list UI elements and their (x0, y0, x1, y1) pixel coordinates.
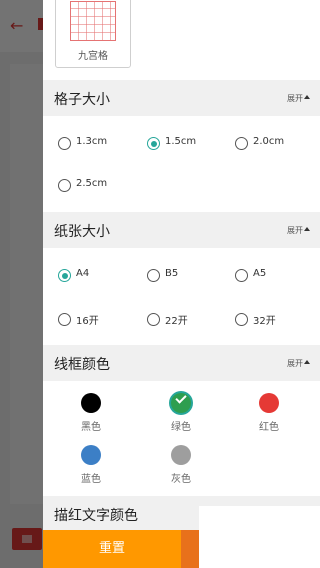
caret-up-icon[interactable] (304, 227, 310, 231)
radio-circle[interactable] (235, 269, 248, 282)
reset-button[interactable]: 重置 (43, 530, 181, 568)
radio-circle[interactable] (235, 313, 248, 326)
color-option-green[interactable]: 绿色 (151, 392, 211, 437)
radio-circle[interactable] (58, 137, 71, 150)
radio-circle[interactable] (235, 137, 248, 150)
color-option-red[interactable]: 红色 (239, 393, 299, 437)
expand-toggle[interactable]: 展开 (287, 225, 303, 236)
color-label: 蓝色 (81, 474, 101, 485)
radio-label: 1.5cm (165, 136, 197, 147)
section-header-grid-size: 格子大小 展开 (43, 80, 320, 116)
color-option-gray[interactable]: 灰色 (151, 445, 211, 489)
radio-circle[interactable] (58, 269, 71, 282)
template-card-nine-grid[interactable]: 九宫格 (55, 0, 131, 68)
settings-drawer: 九宫格 格子大小 展开 1.3cm 1.5cm 2.0cm 2.5cm 纸张大小… (43, 0, 320, 568)
radio-label: A4 (76, 268, 90, 279)
color-swatch[interactable] (81, 393, 101, 413)
section-header-line-color: 线框颜色 展开 (43, 345, 320, 381)
section-header-paper-size: 纸张大小 展开 (43, 212, 320, 248)
color-swatch[interactable] (81, 445, 101, 465)
template-label: 九宫格 (78, 51, 108, 62)
confirm-button-edge[interactable] (181, 530, 199, 568)
radio-label: A5 (253, 268, 267, 279)
radio-label: 2.0cm (253, 136, 285, 147)
color-option-blue[interactable]: 蓝色 (61, 445, 121, 489)
radio-circle[interactable] (147, 313, 160, 326)
color-label: 灰色 (171, 474, 191, 485)
radio-label: B5 (165, 268, 179, 279)
section-title: 格子大小 (54, 92, 110, 108)
caret-up-icon[interactable] (304, 360, 310, 364)
color-swatch[interactable] (259, 393, 279, 413)
radio-circle[interactable] (58, 179, 71, 192)
section-title: 纸张大小 (54, 224, 110, 240)
expand-toggle[interactable]: 展开 (287, 93, 303, 104)
radio-label: 16开 (76, 316, 99, 327)
color-swatch[interactable] (171, 392, 191, 413)
radio-circle[interactable] (147, 269, 160, 282)
radio-circle[interactable] (147, 137, 160, 150)
color-label: 绿色 (171, 422, 191, 433)
radio-label: 2.5cm (76, 178, 108, 189)
radio-label: 1.3cm (76, 136, 108, 147)
radio-label: 22开 (165, 316, 188, 327)
caret-up-icon[interactable] (304, 95, 310, 99)
color-label: 黑色 (81, 422, 101, 433)
expand-toggle[interactable]: 展开 (287, 358, 303, 369)
color-option-black[interactable]: 黑色 (61, 393, 121, 437)
nine-grid-icon (70, 1, 116, 41)
color-swatch[interactable] (171, 445, 191, 465)
section-title: 描红文字颜色 (54, 508, 138, 524)
section-title: 线框颜色 (54, 357, 110, 373)
check-icon (175, 392, 187, 404)
radio-label: 32开 (253, 316, 276, 327)
overlay-patch (199, 506, 320, 568)
radio-circle[interactable] (58, 313, 71, 326)
color-label: 红色 (259, 422, 279, 433)
